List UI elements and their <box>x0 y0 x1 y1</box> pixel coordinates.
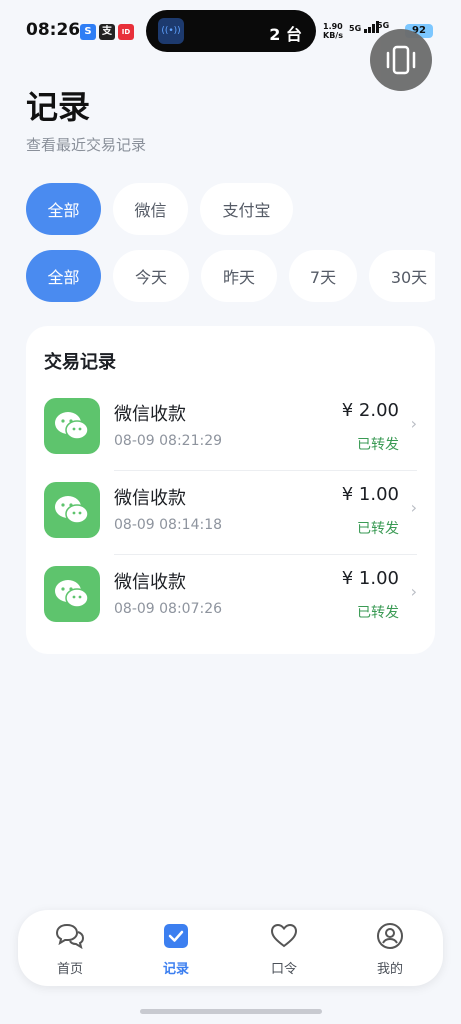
chevron-right-icon: › <box>410 414 417 433</box>
record-amount: ¥ 1.00 <box>341 568 399 589</box>
record-row[interactable]: 微信收款 08-09 08:14:18 ¥ 1.00 已转发 › <box>44 470 417 554</box>
filter-chip-all[interactable]: 全部 <box>26 183 101 235</box>
chevron-right-icon: › <box>410 498 417 517</box>
page-subtitle: 查看最近交易记录 <box>26 136 147 154</box>
nav-profile[interactable]: 我的 <box>350 922 430 977</box>
record-row[interactable]: 微信收款 08-09 08:07:26 ¥ 1.00 已转发 › <box>44 554 417 638</box>
nav-home-label: 首页 <box>56 962 83 977</box>
nav-records-label: 记录 <box>162 962 189 977</box>
notification-app-icon: 支 <box>99 24 115 40</box>
time-chip-yesterday[interactable]: 昨天 <box>201 250 277 302</box>
floating-vibrate-button[interactable] <box>370 29 432 91</box>
chevron-right-icon: › <box>410 582 417 601</box>
heart-icon <box>270 923 298 948</box>
status-time: 08:26 <box>26 20 81 40</box>
network-speed: 1.90 KB/s <box>323 22 343 40</box>
page-title: 记录 <box>26 88 91 126</box>
nav-profile-label: 我的 <box>376 962 403 977</box>
record-amount: ¥ 2.00 <box>341 400 399 421</box>
wechat-icon <box>44 482 100 538</box>
time-chip-today[interactable]: 今天 <box>113 250 189 302</box>
source-filter-group: 全部 微信 支付宝 <box>26 183 293 235</box>
record-status: 已转发 <box>357 437 399 453</box>
time-chip-30days[interactable]: 30天 <box>369 250 435 302</box>
records-title: 交易记录 <box>44 352 116 373</box>
record-time: 08-09 08:07:26 <box>114 601 223 617</box>
user-icon <box>377 923 403 949</box>
record-name: 微信收款 <box>114 488 186 509</box>
net-speed-value: 1.90 <box>323 22 343 31</box>
nav-records[interactable]: 记录 <box>136 922 216 977</box>
checkbox-icon <box>164 924 188 948</box>
nfc-app-icon: ((•)) <box>158 18 184 44</box>
time-chip-all[interactable]: 全部 <box>26 250 101 302</box>
record-time: 08-09 08:21:29 <box>114 433 223 449</box>
bottom-nav: 首页 记录 口令 我的 <box>18 910 443 986</box>
record-time: 08-09 08:14:18 <box>114 517 223 533</box>
nav-password[interactable]: 口令 <box>244 922 324 977</box>
wechat-icon <box>44 398 100 454</box>
records-card: 交易记录 微信收款 08-09 08:21:29 ¥ 2.00 已转发 › 微信… <box>26 326 435 654</box>
wechat-icon <box>44 566 100 622</box>
time-chip-7days[interactable]: 7天 <box>289 250 357 302</box>
signal-1-label: 5G <box>349 24 362 33</box>
home-indicator[interactable] <box>140 1009 322 1014</box>
record-status: 已转发 <box>357 521 399 537</box>
record-amount: ¥ 1.00 <box>341 484 399 505</box>
filter-chip-wechat[interactable]: 微信 <box>113 183 188 235</box>
chat-bubbles-icon <box>55 923 85 950</box>
island-text: 2 台 <box>269 25 302 44</box>
notification-app-icon: ID <box>118 24 134 40</box>
dynamic-island[interactable]: ((•)) 2 台 <box>146 10 316 52</box>
record-name: 微信收款 <box>114 572 186 593</box>
nav-home[interactable]: 首页 <box>30 922 110 977</box>
time-filter-group: 全部 今天 昨天 7天 30天 <box>26 250 435 302</box>
record-status: 已转发 <box>357 605 399 621</box>
filter-chip-alipay[interactable]: 支付宝 <box>200 183 293 235</box>
record-row[interactable]: 微信收款 08-09 08:21:29 ¥ 2.00 已转发 › <box>44 386 417 470</box>
net-speed-unit: KB/s <box>323 31 343 40</box>
record-name: 微信收款 <box>114 404 186 425</box>
nav-password-label: 口令 <box>270 962 297 977</box>
notification-app-icon: S <box>80 24 96 40</box>
phone-vibrate-icon <box>386 45 416 75</box>
